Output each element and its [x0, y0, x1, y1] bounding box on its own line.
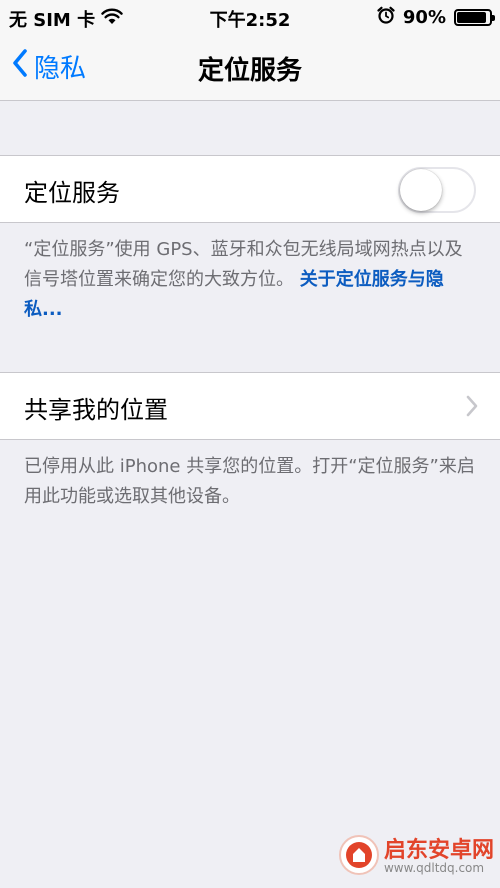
battery-icon	[454, 9, 495, 26]
watermark-name: 启东安卓网	[383, 838, 494, 864]
alarm-icon	[377, 6, 395, 29]
page-title: 定位服务	[197, 56, 302, 86]
battery-fill	[457, 12, 486, 23]
watermark-url: www.qdltdq.com	[383, 861, 485, 876]
share-location-footer: 已停用从此 iPhone 共享您的位置。打开“定位服务”来启用此功能或选取其他设…	[24, 456, 475, 507]
chevron-right-icon	[466, 395, 478, 421]
watermark: 启东安卓网 www.qdltdq.com	[338, 834, 494, 880]
location-services-row: 定位服务	[0, 155, 500, 223]
share-location-label: 共享我的位置	[24, 396, 168, 424]
navigation-bar: 隐私 定位服务	[0, 34, 500, 101]
location-services-label: 定位服务	[24, 179, 120, 207]
watermark-text: 启东安卓网 www.qdltdq.com	[384, 839, 494, 875]
location-services-toggle[interactable]	[398, 167, 476, 213]
status-right-group: 90%	[377, 6, 495, 29]
battery-percent: 90%	[402, 7, 446, 28]
location-services-footer: “定位服务”使用 GPS、蓝牙和众包无线局域网热点以及信号塔位置来确定您的大致方…	[24, 235, 479, 325]
status-bar: 无 SIM 卡 下午2:52 90%	[0, 0, 500, 34]
toggle-knob	[400, 169, 442, 211]
share-location-row[interactable]: 共享我的位置	[0, 372, 500, 440]
watermark-logo-icon	[338, 834, 380, 880]
